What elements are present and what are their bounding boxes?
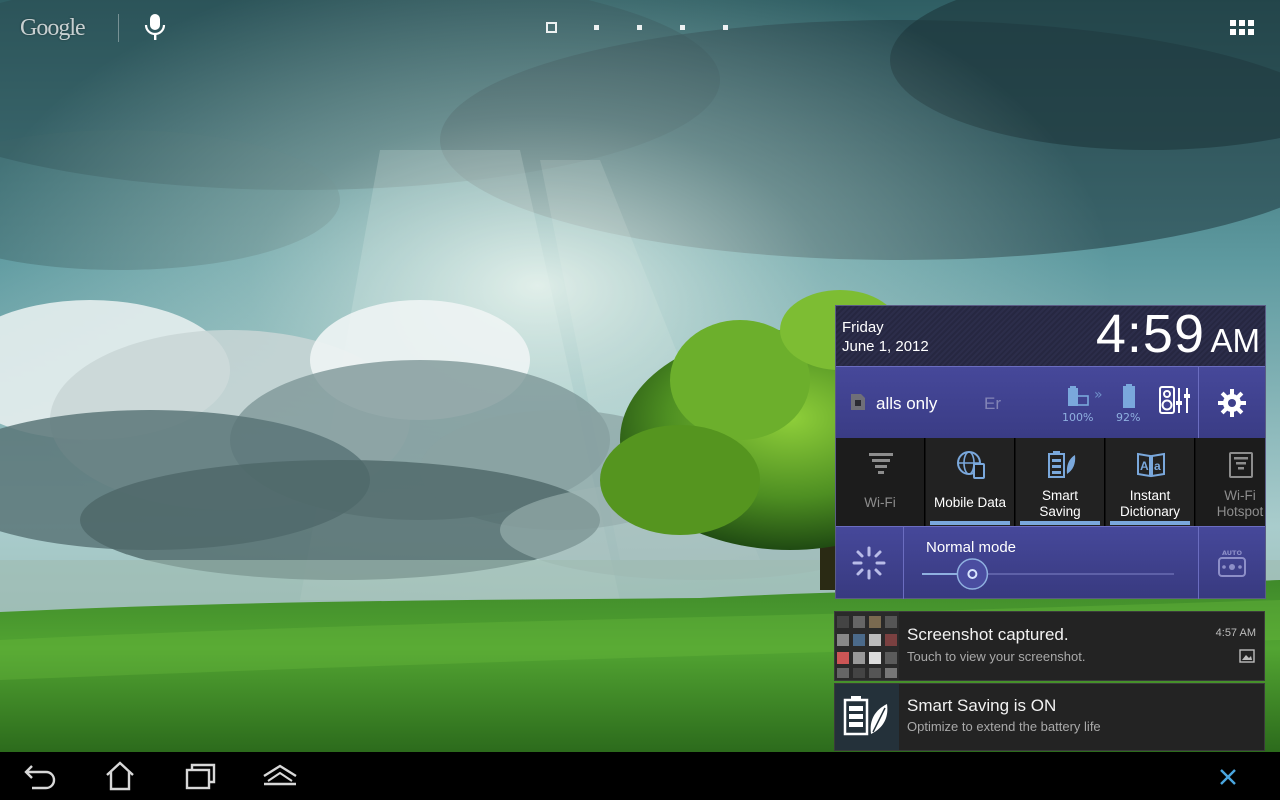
tablet-battery-icon [1068, 386, 1089, 406]
sim-card-icon [851, 394, 865, 410]
page-dot-4 [680, 25, 685, 30]
home-icon [106, 761, 134, 791]
all-apps-button[interactable] [1228, 18, 1258, 38]
smart-saving-label-line1: Smart [1041, 488, 1078, 503]
back-icon [24, 765, 56, 790]
mobile-data-icon [957, 451, 985, 479]
screenshot-thumbnail [835, 612, 899, 680]
mobile-data-toggle[interactable]: Mobile Data [926, 438, 1015, 526]
voice-search-button[interactable] [142, 12, 168, 42]
auto-brightness-label: AUTO [1222, 549, 1243, 557]
wifi-toggle-label: Wi-Fi [864, 495, 896, 510]
dock-battery-icon [1123, 384, 1135, 408]
clock-time: 4:59 [1095, 304, 1205, 364]
page-dot-1 [546, 22, 557, 33]
svg-text:a: a [1154, 459, 1161, 473]
notification-time: 4:57 AM [1215, 627, 1256, 639]
close-icon [1220, 769, 1236, 785]
hotspot-label-line1: Wi-Fi [1224, 488, 1256, 503]
page-dot-2 [594, 25, 599, 30]
brightness-divider-left [903, 527, 904, 599]
image-icon [1239, 649, 1255, 663]
dictionary-label-line1: Instant [1129, 488, 1171, 503]
instant-dictionary-toggle[interactable]: A a Instant Dictionary [1106, 438, 1195, 526]
notification-title: Screenshot captured. [907, 625, 1069, 644]
smart-saving-toggle[interactable]: Smart Saving [1016, 438, 1105, 526]
google-search-bar[interactable]: Google [20, 12, 86, 44]
search-divider [118, 14, 119, 42]
notification-smart-saving[interactable]: Smart Saving is ON Optimize to extend th… [834, 683, 1265, 751]
settings-button[interactable] [1199, 367, 1265, 439]
notification-text: Touch to view your screenshot. [907, 649, 1086, 664]
notification-screenshot[interactable]: Screenshot captured. Touch to view your … [834, 611, 1265, 681]
brightness-icon[interactable] [850, 544, 888, 582]
menu-up-icon [263, 764, 297, 786]
home-button[interactable] [98, 760, 142, 792]
mobile-data-label: Mobile Data [933, 495, 1007, 510]
battery-arrow-icon: » [1094, 387, 1103, 403]
notification-title: Smart Saving is ON [907, 696, 1057, 715]
wifi-toggle[interactable]: Wi-Fi [836, 438, 925, 526]
settings-gear-icon [1218, 389, 1246, 417]
carrier-label: alls only [876, 394, 938, 413]
apps-grid-icon [1230, 20, 1254, 35]
google-logo: Google [20, 14, 86, 41]
svg-text:A: A [1140, 459, 1149, 473]
recent-apps-button[interactable] [178, 760, 222, 792]
brightness-slider[interactable] [922, 557, 1174, 591]
brightness-slider-thumb[interactable] [956, 558, 989, 590]
smart-saving-icon [1048, 451, 1076, 478]
microphone-icon [144, 14, 166, 40]
hotspot-label-line2: Hotspot [1216, 504, 1264, 519]
page-dot-3 [637, 25, 642, 30]
date-label: June 1, 2012 [842, 338, 929, 355]
carrier-marquee-text: Er [984, 394, 1001, 413]
smart-saving-notification-icon [835, 684, 899, 750]
quick-settings-panel: Friday June 1, 2012 4:59 AM alls only Er… [835, 304, 1266, 599]
wifi-icon [869, 453, 893, 474]
dictionary-label-line2: Dictionary [1119, 504, 1181, 519]
wifi-hotspot-toggle[interactable]: Wi-Fi Hotspot [1196, 438, 1265, 526]
back-button[interactable] [18, 760, 62, 792]
brightness-mode-label: Normal mode [926, 539, 1017, 556]
smart-saving-label-line2: Saving [1039, 504, 1081, 519]
dock-battery-percent: 92% [1116, 411, 1141, 424]
brightness-divider-right [1198, 527, 1199, 599]
page-dot-5 [723, 25, 728, 30]
brightness-row: Normal mode AUTO [836, 526, 1265, 599]
dictionary-icon: A a [1137, 452, 1165, 478]
notification-text: Optimize to extend the battery life [907, 719, 1101, 734]
audio-wizard-icon[interactable] [1158, 385, 1192, 415]
recent-apps-icon [185, 763, 216, 790]
home-page-indicator [546, 22, 732, 34]
auto-brightness-icon[interactable]: AUTO [1216, 548, 1248, 578]
tablet-battery-percent: 100% [1062, 411, 1094, 424]
system-navigation-bar [0, 752, 1280, 800]
weekday-label: Friday [842, 319, 884, 336]
status-row: alls only Er » 100% 92% [836, 366, 1265, 439]
clear-notifications-button[interactable] [1213, 762, 1243, 792]
clock-header: Friday June 1, 2012 4:59 AM [836, 304, 1265, 366]
clock-ampm: AM [1210, 322, 1261, 359]
menu-button[interactable] [258, 760, 302, 792]
hotspot-icon [1229, 452, 1253, 478]
quick-toggles-row: Wi-Fi Mobile Data Smart Saving A a Insta… [836, 438, 1265, 526]
